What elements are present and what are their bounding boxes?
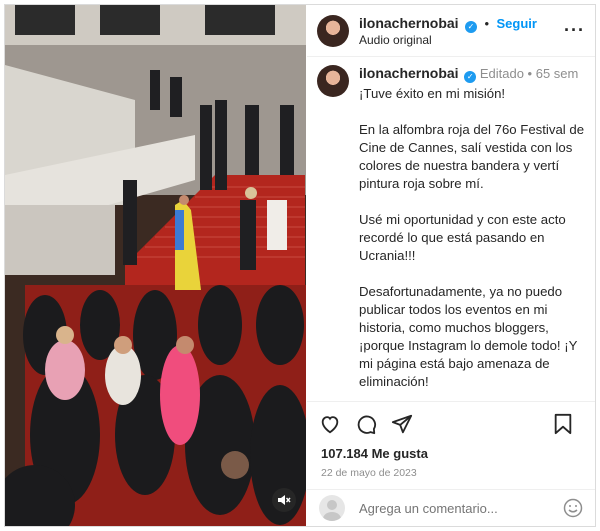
comment-icon[interactable] [355, 413, 377, 435]
edited-label: Editado [479, 66, 524, 81]
verified-badge-icon: ✓ [465, 20, 478, 33]
speaker-muted-icon[interactable] [272, 488, 296, 512]
avatar[interactable] [317, 14, 349, 47]
comment-bar [307, 489, 595, 526]
audio-link[interactable]: Audio original [359, 33, 564, 47]
post-video[interactable] [5, 5, 306, 526]
send-icon[interactable] [391, 413, 413, 435]
post-header: ilonachernobai ✓ • Seguir Audio original… [307, 5, 595, 57]
username-link[interactable]: ilonachernobai [359, 65, 459, 81]
heart-icon[interactable] [319, 413, 341, 435]
post-time[interactable]: 65 sem [536, 66, 579, 81]
more-options-icon[interactable]: ··· [564, 20, 585, 41]
avatar[interactable] [317, 65, 349, 97]
separator-dot: • [484, 15, 490, 31]
username-link[interactable]: ilonachernobai [359, 15, 459, 31]
avatar [319, 495, 345, 521]
instagram-post-modal: ilonachernobai ✓ • Seguir Audio original… [4, 4, 596, 527]
post-actions: 107.184 Me gusta 22 de mayo de 2023 [307, 401, 595, 490]
likes-count[interactable]: 107.184 Me gusta [321, 446, 595, 461]
verified-badge-icon: ✓ [464, 71, 477, 83]
red-carpet-scene-image [5, 5, 306, 526]
separator-dot: • [527, 66, 533, 81]
comment-input[interactable] [357, 499, 563, 517]
caption-section: ilonachernobai ✓ Editado • 65 sem ¡Tuve … [317, 65, 587, 395]
post-side-panel: ilonachernobai ✓ • Seguir Audio original… [307, 5, 595, 526]
post-date: 22 de mayo de 2023 [321, 467, 417, 479]
bookmark-icon[interactable] [553, 413, 573, 435]
caption-text: ¡Tuve éxito en mi misión! En la alfombra… [359, 86, 585, 389]
follow-button[interactable]: Seguir [497, 16, 537, 31]
emoji-icon[interactable] [563, 498, 583, 518]
